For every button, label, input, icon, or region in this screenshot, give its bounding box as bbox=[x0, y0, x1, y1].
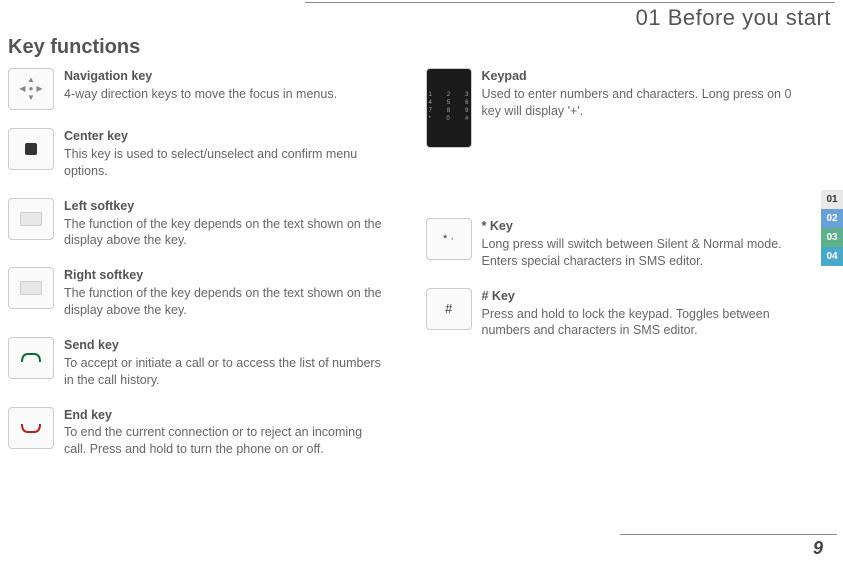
content-area: ▲◀●▶▼ Navigation key 4-way direction key… bbox=[8, 68, 803, 476]
item-desc: Long press will switch between Silent & … bbox=[482, 236, 804, 270]
keypad-icon: 123 456 789 *0# bbox=[426, 68, 472, 148]
right-column: 123 456 789 *0# Keypad Used to enter num… bbox=[426, 68, 804, 476]
chapter-tab-03[interactable]: 03 bbox=[821, 228, 843, 247]
item-title: Right softkey bbox=[64, 267, 386, 284]
item-text: Keypad Used to enter numbers and charact… bbox=[482, 68, 804, 148]
footer-rule bbox=[620, 534, 837, 535]
spacer bbox=[426, 166, 804, 218]
item-text: End key To end the current connection or… bbox=[64, 407, 386, 459]
key-item: Right softkey The function of the key de… bbox=[8, 267, 386, 319]
chapter-tab-04[interactable]: 04 bbox=[821, 247, 843, 266]
end-key-icon bbox=[8, 407, 54, 449]
chapter-tab-02[interactable]: 02 bbox=[821, 209, 843, 228]
key-item: * · * Key Long press will switch between… bbox=[426, 218, 804, 270]
key-item: 123 456 789 *0# Keypad Used to enter num… bbox=[426, 68, 804, 148]
item-title: End key bbox=[64, 407, 386, 424]
item-desc: The function of the key depends on the t… bbox=[64, 285, 386, 319]
page-number: 9 bbox=[813, 538, 823, 559]
item-text: Send key To accept or initiate a call or… bbox=[64, 337, 386, 389]
left-softkey-icon bbox=[8, 198, 54, 240]
item-desc: This key is used to select/unselect and … bbox=[64, 146, 386, 180]
item-text: Right softkey The function of the key de… bbox=[64, 267, 386, 319]
hash-key-icon: # bbox=[426, 288, 472, 330]
key-item: Send key To accept or initiate a call or… bbox=[8, 337, 386, 389]
header-rule bbox=[305, 2, 835, 3]
right-softkey-icon bbox=[8, 267, 54, 309]
item-title: Center key bbox=[64, 128, 386, 145]
key-item: End key To end the current connection or… bbox=[8, 407, 386, 459]
key-item: Left softkey The function of the key dep… bbox=[8, 198, 386, 250]
item-text: Center key This key is used to select/un… bbox=[64, 128, 386, 180]
item-desc: To end the current connection or to reje… bbox=[64, 424, 386, 458]
key-item: ▲◀●▶▼ Navigation key 4-way direction key… bbox=[8, 68, 386, 110]
key-item: # # Key Press and hold to lock the keypa… bbox=[426, 288, 804, 340]
item-title: # Key bbox=[482, 288, 804, 305]
item-title: * Key bbox=[482, 218, 804, 235]
key-item: Center key This key is used to select/un… bbox=[8, 128, 386, 180]
item-title: Navigation key bbox=[64, 68, 337, 85]
item-desc: Used to enter numbers and characters. Lo… bbox=[482, 86, 804, 120]
star-key-icon: * · bbox=[426, 218, 472, 260]
chapter-title: 01 Before you start bbox=[636, 5, 831, 31]
item-desc: 4-way direction keys to move the focus i… bbox=[64, 86, 337, 103]
left-column: ▲◀●▶▼ Navigation key 4-way direction key… bbox=[8, 68, 386, 476]
chapter-tabs: 01 02 03 04 bbox=[821, 190, 843, 266]
item-text: Navigation key 4-way direction keys to m… bbox=[64, 68, 337, 110]
navigation-key-icon: ▲◀●▶▼ bbox=[8, 68, 54, 110]
item-title: Left softkey bbox=[64, 198, 386, 215]
item-desc: Press and hold to lock the keypad. Toggl… bbox=[482, 306, 804, 340]
chapter-tab-01[interactable]: 01 bbox=[821, 190, 843, 209]
send-key-icon bbox=[8, 337, 54, 379]
item-text: * Key Long press will switch between Sil… bbox=[482, 218, 804, 270]
item-text: # Key Press and hold to lock the keypad.… bbox=[482, 288, 804, 340]
item-text: Left softkey The function of the key dep… bbox=[64, 198, 386, 250]
section-title: Key functions bbox=[8, 36, 140, 59]
item-desc: The function of the key depends on the t… bbox=[64, 216, 386, 250]
center-key-icon bbox=[8, 128, 54, 170]
item-title: Keypad bbox=[482, 68, 804, 85]
item-title: Send key bbox=[64, 337, 386, 354]
item-desc: To accept or initiate a call or to acces… bbox=[64, 355, 386, 389]
